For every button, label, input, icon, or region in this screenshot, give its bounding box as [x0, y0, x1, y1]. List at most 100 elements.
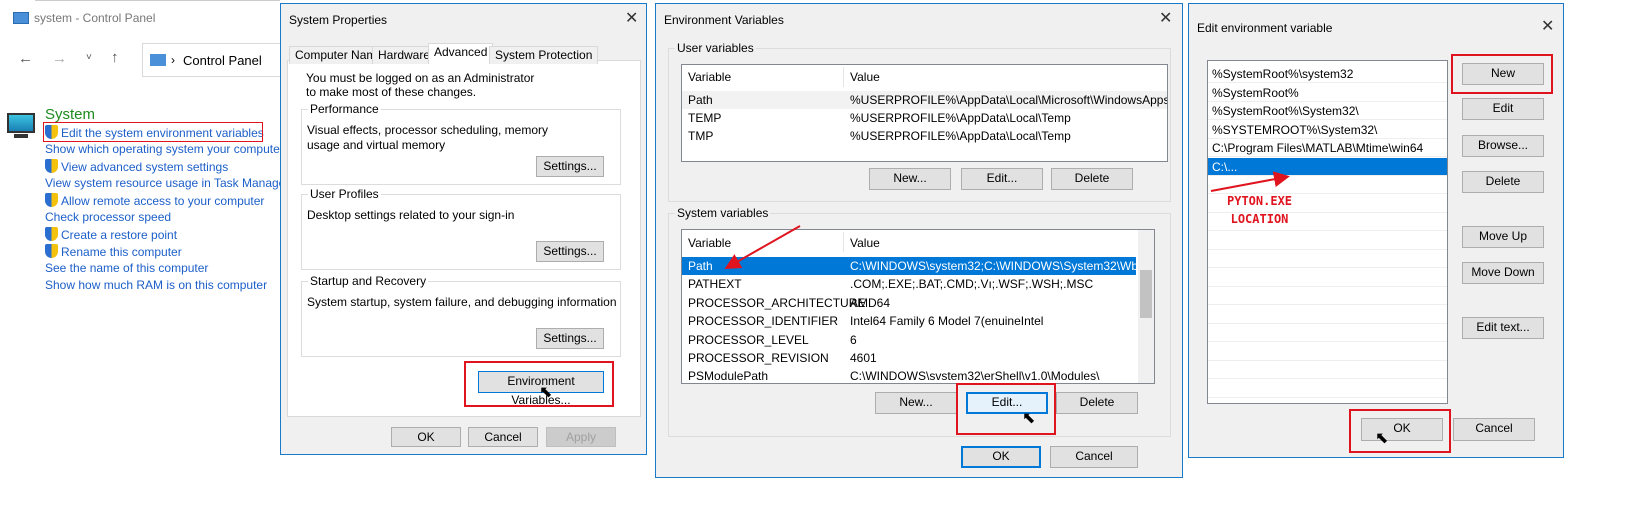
variable-row[interactable]: PSModulePath C:\WINDOWS\svstem32\erShell\… [682, 367, 1154, 384]
close-icon[interactable]: ✕ [625, 8, 638, 28]
chevron-down-icon[interactable]: ˅ [86, 52, 92, 63]
path-entry[interactable] [1208, 324, 1447, 342]
ok-button[interactable]: OK [961, 446, 1041, 468]
path-entry[interactable]: %SystemRoot%\System32\ [1208, 102, 1447, 120]
system-variables-list[interactable]: Variable Value Path C:\WINDOWS\system32;C:… [681, 229, 1155, 384]
cancel-button[interactable]: Cancel [468, 427, 538, 447]
link-label: View system resource usage in Task Manag… [45, 176, 290, 190]
link-label: See the name of this computer [45, 261, 209, 275]
control-panel-icon [150, 54, 166, 66]
path-entry[interactable] [1208, 380, 1447, 398]
path-entry[interactable]: C:\Program Files\MATLAB\Mtime\win64 [1208, 139, 1447, 157]
address-bar[interactable]: › Control Panel [142, 43, 282, 77]
dialog-title: System Properties [289, 13, 388, 27]
path-entry[interactable]: %SYSTEMROOT%\System32\ [1208, 121, 1447, 139]
system-link[interactable]: View system resource usage in Task Manag… [45, 176, 289, 190]
user-variables-list[interactable]: Variable Value Path %USERPROFILE%\AppData\… [681, 64, 1168, 162]
variable-value: Intel64 Family 6 Model 7(enuineIntel [850, 314, 1044, 329]
path-entry[interactable] [1208, 232, 1447, 250]
up-icon[interactable]: ↑ [111, 49, 119, 66]
system-link[interactable]: Rename this computer [45, 244, 182, 259]
path-entry[interactable]: C:\... [1208, 157, 1447, 176]
system-link[interactable]: Check processor speed [45, 210, 171, 224]
column-header-value[interactable]: Value [850, 68, 880, 86]
cancel-button[interactable]: Cancel [1453, 418, 1535, 441]
uac-shield-icon [45, 159, 58, 173]
edit-text-button[interactable]: Edit text... [1462, 317, 1544, 339]
highlight-box [1451, 54, 1553, 94]
path-entry[interactable] [1208, 287, 1447, 305]
variable-name: PSModulePath [688, 369, 769, 384]
system-link[interactable]: Allow remote access to your computer [45, 193, 264, 208]
variable-value: %USERPROFILE%\AppData\Local\Microsoft\Wi… [850, 93, 1167, 107]
cancel-button[interactable]: Cancel [1050, 446, 1138, 468]
variable-row[interactable]: TEMP %USERPROFILE%\AppData\Local\Temp [682, 109, 1167, 127]
path-entries-list[interactable]: %SystemRoot%\system32 %SystemRoot% %System… [1207, 60, 1448, 404]
variable-row[interactable]: Path C:\WINDOWS\system32;C:\WINDOWS\Syste… [682, 257, 1136, 275]
user-profiles-settings-button[interactable]: Settings... [536, 241, 604, 262]
close-icon[interactable]: ✕ [1541, 16, 1554, 36]
path-entry[interactable] [1208, 343, 1447, 361]
startup-settings-button[interactable]: Settings... [536, 328, 604, 349]
user-edit-button[interactable]: Edit... [961, 168, 1043, 190]
variable-row[interactable]: Path %USERPROFILE%\AppData\Local\Microsof… [682, 91, 1167, 109]
column-header-variable[interactable]: Variable [688, 68, 731, 86]
variable-row[interactable]: PROCESSOR_IDENTIFIER Intel64 Family 6 Mod… [682, 312, 1154, 330]
link-label: View advanced system settings [61, 160, 229, 174]
performance-settings-button[interactable]: Settings... [536, 156, 604, 177]
system-link[interactable]: Show which operating system your compute [45, 142, 280, 156]
system-link[interactable]: See the name of this computer [45, 261, 208, 275]
back-icon[interactable]: ← [18, 50, 33, 67]
variable-row[interactable]: PATHEXT .COM;.EXE;.BAT;.CMD;.Vı;.WSF;.WSH… [682, 275, 1154, 293]
variable-row[interactable]: TMP %USERPROFILE%\AppData\Local\Temp [682, 127, 1167, 145]
column-divider [843, 232, 844, 252]
scrollbar[interactable] [1138, 230, 1154, 383]
system-new-button[interactable]: New... [875, 392, 957, 414]
path-entry[interactable] [1208, 306, 1447, 324]
user-delete-button[interactable]: Delete [1051, 168, 1133, 190]
system-link[interactable]: Show how much RAM is on this computer [45, 278, 267, 292]
group-label: User Profiles [308, 187, 381, 201]
system-link[interactable]: View advanced system settings [45, 159, 228, 174]
variable-row[interactable]: PROCESSOR_LEVEL 6 [682, 331, 1154, 349]
breadcrumb[interactable]: Control Panel [183, 53, 262, 68]
user-new-button[interactable]: New... [869, 168, 951, 190]
link-label: Show how much RAM is on this computer [45, 278, 268, 292]
edit-environment-variable-dialog: Edit environment variable ✕ %SystemRoot%… [1188, 3, 1564, 458]
variable-row[interactable]: PROCESSOR_ARCHITECTURE AMD64 [682, 294, 1154, 312]
close-icon[interactable]: ✕ [1159, 8, 1172, 28]
path-entry[interactable] [1208, 361, 1447, 379]
delete-button[interactable]: Delete [1462, 171, 1544, 193]
move-up-button[interactable]: Move Up [1462, 226, 1544, 248]
scrollbar-thumb[interactable] [1140, 270, 1152, 318]
variable-name: Path [688, 93, 713, 107]
tab-hardware[interactable]: Hardware [372, 46, 437, 64]
edit-button[interactable]: Edit [1462, 98, 1544, 120]
path-entry[interactable]: %SystemRoot%\system32 [1208, 65, 1447, 83]
column-header-value[interactable]: Value [850, 234, 880, 252]
browse-button[interactable]: Browse... [1462, 135, 1544, 157]
tab-system-protection[interactable]: System Protection [489, 46, 599, 64]
ok-button[interactable]: OK [391, 427, 461, 447]
column-header-variable[interactable]: Variable [688, 234, 731, 252]
group-desc: System startup, system failure, and debu… [307, 295, 617, 309]
apply-button[interactable]: Apply [546, 427, 616, 447]
system-delete-button[interactable]: Delete [1056, 392, 1138, 414]
group-label: Performance [308, 102, 381, 116]
tab-advanced[interactable]: Advanced [428, 43, 494, 64]
move-down-button[interactable]: Move Down [1462, 262, 1544, 284]
variable-name: TEMP [688, 111, 722, 125]
performance-group: Performance Visual effects, processor sc… [301, 102, 621, 185]
path-entry[interactable] [1208, 269, 1447, 287]
variable-value: .COM;.EXE;.BAT;.CMD;.Vı;.WSF;.WSH;.MSC [850, 277, 1094, 292]
variable-value: 6 [850, 332, 857, 347]
system-link[interactable]: Create a restore point [45, 227, 177, 242]
variable-value: C:\WINDOWS\svstem32\erShell\v1.0\Modules… [850, 369, 1100, 384]
highlight-box [956, 383, 1056, 435]
forward-icon[interactable]: → [52, 50, 67, 67]
cursor-icon: ⬉ [1022, 410, 1036, 427]
path-entry[interactable]: %SystemRoot% [1208, 84, 1447, 102]
monitor-icon [7, 113, 35, 133]
variable-row[interactable]: PROCESSOR_REVISION 4601 [682, 349, 1154, 367]
path-entry[interactable] [1208, 250, 1447, 268]
